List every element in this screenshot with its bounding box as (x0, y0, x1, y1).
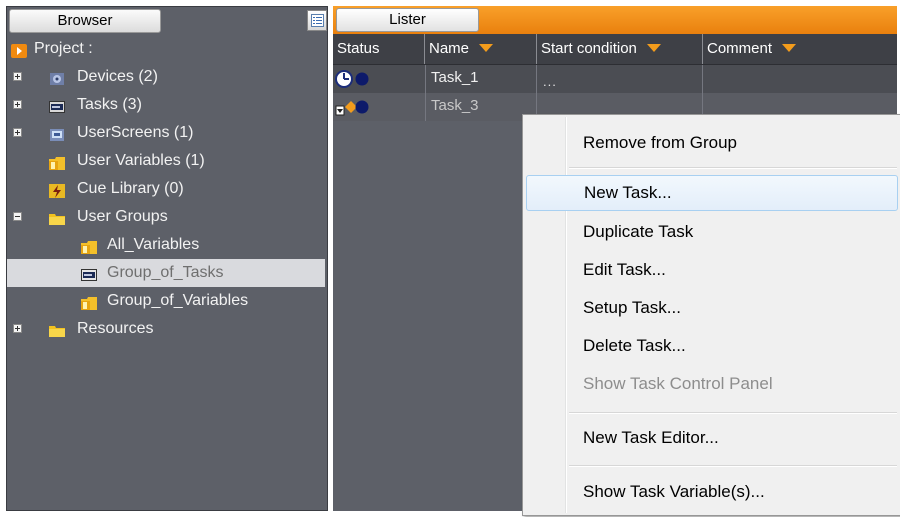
tasks-icon (49, 97, 65, 113)
table-row[interactable]: Task_1 ... (333, 65, 897, 93)
tasks-group-icon (81, 265, 97, 281)
expand-icon[interactable] (13, 100, 22, 109)
tree-item-label: Devices (2) (77, 68, 158, 85)
status-cell (333, 65, 426, 93)
browser-tab[interactable]: Browser (9, 9, 161, 33)
manual-task-icon (335, 100, 369, 116)
browser-options-button[interactable] (307, 10, 327, 31)
variables-group-icon (81, 237, 97, 254)
column-comment[interactable]: Comment (703, 34, 897, 64)
folder-icon (49, 209, 65, 225)
tree-item-label: Tasks (3) (77, 96, 142, 113)
lister-header-bar: Lister (333, 6, 897, 34)
userscreens-icon (49, 125, 65, 141)
menu-item-delete-task[interactable]: Delete Task... (526, 328, 898, 364)
menu-item-show-task-variables[interactable]: Show Task Variable(s)... (526, 474, 898, 510)
status-cell (333, 93, 426, 121)
tree-item-tasks[interactable]: Tasks (3) (7, 91, 325, 119)
browser-panel: Browser Project : Devices (2) Tasks (3) (6, 6, 328, 511)
list-view-icon (311, 14, 324, 27)
expand-icon[interactable] (13, 128, 22, 137)
user-variables-icon (49, 153, 65, 170)
variables-group-icon (81, 293, 97, 310)
tree-item-label: Group_of_Variables (107, 292, 249, 309)
tree-item-label: UserScreens (1) (77, 124, 194, 141)
tree-item-label: Group_of_Tasks (107, 264, 224, 281)
column-name-label: Name (429, 40, 470, 57)
tree-item-label: All_Variables (107, 236, 200, 253)
project-icon (11, 41, 27, 58)
tree-item-label: Resources (77, 320, 154, 337)
tree-item-userscreens[interactable]: UserScreens (1) (7, 119, 325, 147)
column-start-condition[interactable]: Start condition (537, 34, 703, 64)
menu-item-new-task-editor[interactable]: New Task Editor... (526, 420, 898, 456)
expand-icon[interactable] (13, 324, 22, 333)
tree-item-label: Project : (34, 40, 93, 57)
lister-column-header: Status Name Start condition Comment (333, 34, 897, 65)
tree-item-devices[interactable]: Devices (2) (7, 63, 325, 91)
tree-item-label: User Groups (77, 208, 168, 225)
folder-icon (49, 321, 65, 337)
menu-separator (569, 465, 897, 467)
context-menu: Remove from Group New Task... Duplicate … (522, 114, 900, 516)
lister-tab[interactable]: Lister (336, 8, 479, 32)
menu-item-remove-from-group[interactable]: Remove from Group (526, 125, 898, 161)
start-condition-cell: ... (537, 65, 703, 93)
start-condition-value: ... (543, 74, 557, 89)
tree-item-user-groups[interactable]: User Groups (7, 203, 325, 231)
tree-item-group-of-tasks[interactable]: Group_of_Tasks (7, 259, 325, 287)
column-status[interactable]: Status (333, 34, 425, 64)
menu-item-duplicate-task[interactable]: Duplicate Task (526, 214, 898, 250)
tree-item-user-variables[interactable]: User Variables (1) (7, 147, 325, 175)
menu-item-edit-task[interactable]: Edit Task... (526, 252, 898, 288)
task-name-cell: Task_1 (425, 65, 537, 93)
chevron-down-icon[interactable] (479, 34, 494, 64)
column-start-condition-label: Start condition (541, 40, 637, 57)
menu-item-show-task-control-panel[interactable]: Show Task Control Panel (526, 366, 898, 402)
chevron-down-icon[interactable] (782, 34, 797, 64)
tree-item-cue-library[interactable]: Cue Library (0) (7, 175, 325, 203)
tree-item-label: User Variables (1) (77, 152, 205, 169)
clock-task-icon (335, 70, 369, 88)
expand-icon[interactable] (13, 72, 22, 81)
task-name-cell: Task_3 (425, 93, 537, 121)
tree-item-label: Cue Library (0) (77, 180, 184, 197)
column-name[interactable]: Name (425, 34, 537, 64)
collapse-icon[interactable] (13, 212, 22, 221)
menu-item-setup-task[interactable]: Setup Task... (526, 290, 898, 326)
menu-item-new-task[interactable]: New Task... (526, 175, 898, 211)
devices-icon (49, 69, 65, 85)
tree-item-project[interactable]: Project : (7, 35, 325, 63)
tree-item-group-of-variables[interactable]: Group_of_Variables (7, 287, 325, 315)
chevron-down-icon[interactable] (647, 34, 662, 64)
cue-library-icon (49, 181, 65, 198)
tree-item-resources[interactable]: Resources (7, 315, 325, 343)
column-status-label: Status (337, 40, 380, 57)
menu-separator (569, 167, 897, 169)
column-comment-label: Comment (707, 40, 773, 57)
menu-separator (569, 412, 897, 414)
tree-item-all-variables[interactable]: All_Variables (7, 231, 325, 259)
